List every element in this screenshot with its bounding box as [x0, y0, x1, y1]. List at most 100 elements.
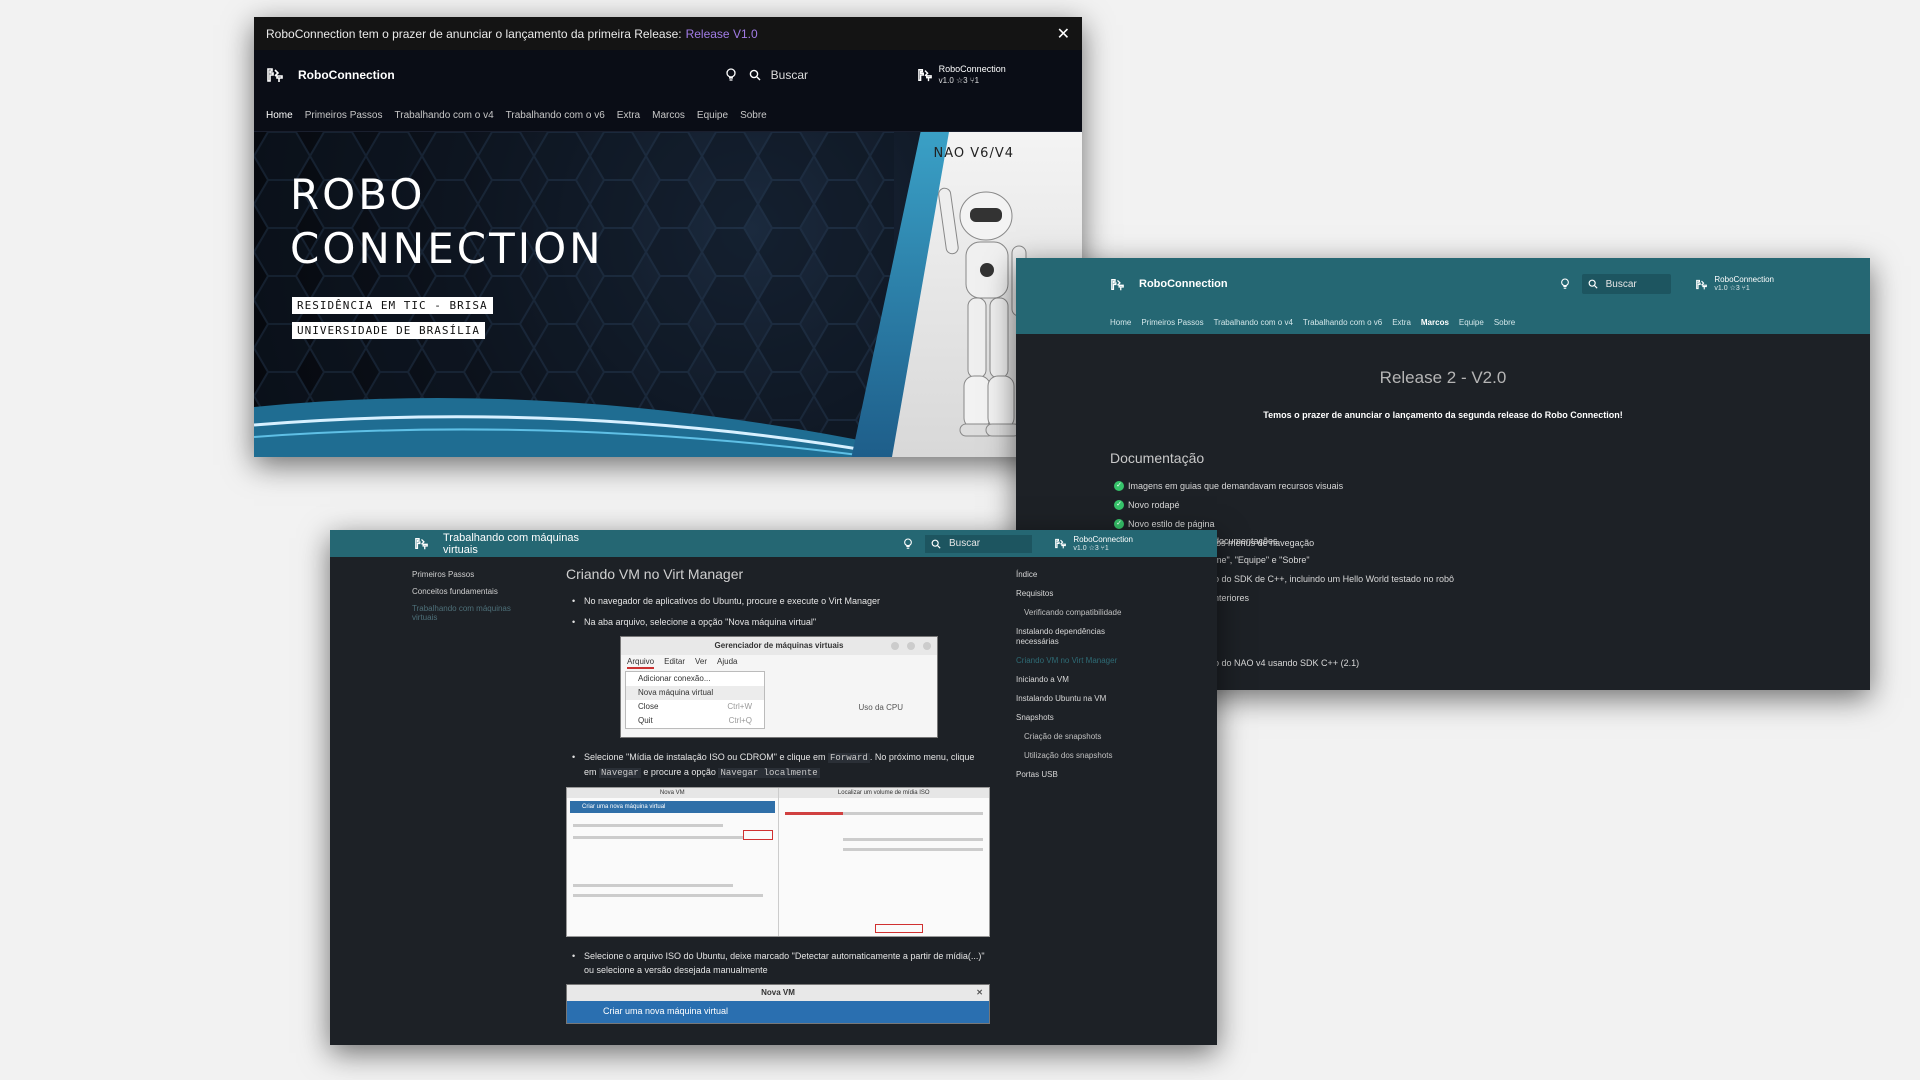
- toc-item[interactable]: Instalando dependências necessárias: [1016, 627, 1146, 647]
- repo-name: RoboConnection: [1714, 275, 1774, 284]
- check-icon: ✓: [1114, 518, 1124, 529]
- tab-home[interactable]: Home: [266, 110, 293, 121]
- steps-list: No navegador de aplicativos do Ubuntu, p…: [566, 594, 986, 629]
- menu-arquivo: Arquivo: [627, 655, 655, 669]
- toc-item-current[interactable]: Criando VM no Virt Manager: [1016, 656, 1146, 666]
- menu-item: Quit Ctrl+Q: [638, 716, 752, 725]
- tab-sobre[interactable]: Sobre: [740, 110, 767, 121]
- dialog-titlebar: Nova VM ✕: [567, 985, 989, 1001]
- tab-extra[interactable]: Extra: [1392, 318, 1411, 327]
- close-icon[interactable]: ✕: [1057, 24, 1070, 44]
- nav-tabs: Home Primeiros Passos Trabalhando com o …: [1016, 310, 1870, 334]
- lightbulb-icon[interactable]: [903, 537, 913, 550]
- hero-title-line1: ROBO: [290, 170, 426, 219]
- list-item: ✓ Novo estilo de página: [1114, 514, 1870, 533]
- list-item: Na aba arquivo, selecione a opção "Nova …: [566, 615, 986, 629]
- toc-item[interactable]: Portas USB: [1016, 770, 1146, 780]
- tab-home[interactable]: Home: [1110, 318, 1131, 327]
- maximize-icon: [907, 642, 915, 650]
- new-vm-pane: Nova VM Criar uma nova máquina virtual: [567, 788, 779, 936]
- search-input[interactable]: Buscar: [924, 534, 1033, 553]
- lightbulb-icon[interactable]: [1560, 278, 1570, 290]
- inline-code: Navegar: [599, 768, 641, 778]
- page-subtitle: Temos o prazer de anunciar o lançamento …: [1263, 410, 1623, 420]
- new-vm-screenshot: Nova VM Criar uma nova máquina virtual L…: [566, 787, 990, 937]
- lightbulb-icon[interactable]: [725, 68, 737, 82]
- tab-primeiros-passos[interactable]: Primeiros Passos: [305, 110, 383, 121]
- tab-marcos[interactable]: Marcos: [1421, 318, 1449, 327]
- release-link[interactable]: Release V1.0: [686, 27, 758, 41]
- check-icon: ✓: [1114, 499, 1124, 510]
- toc-item[interactable]: Iniciando a VM: [1016, 675, 1146, 685]
- steps-list: Selecione "Mídia de instalação ISO ou CD…: [566, 750, 986, 780]
- file-dropdown: Adicionar conexão... Nova máquina virtua…: [625, 671, 765, 729]
- toc-item[interactable]: Criação de snapshots: [1016, 732, 1146, 742]
- robot-logo-icon[interactable]: [414, 537, 429, 550]
- hero-title-line2: CONNECTION: [290, 224, 604, 273]
- tab-primeiros-passos[interactable]: Primeiros Passos: [1141, 318, 1203, 327]
- repo-link[interactable]: RoboConnection v1.0 ☆3 ⑂1: [917, 64, 1006, 86]
- tab-trabalhando-v6[interactable]: Trabalhando com o v6: [1303, 318, 1382, 327]
- site-header: RoboConnection Buscar RoboConnection v1.…: [1016, 258, 1870, 310]
- site-name[interactable]: RoboConnection: [1139, 278, 1228, 290]
- home-page-window: RoboConnection tem o prazer de anunciar …: [254, 17, 1082, 457]
- sidebar-item-maquinas-virtuais[interactable]: Trabalhando com máquinas virtuais: [412, 604, 524, 622]
- toc-item[interactable]: Índice: [1016, 570, 1146, 580]
- menu-editar: Editar: [664, 657, 686, 666]
- robot-logo-icon[interactable]: [266, 67, 284, 83]
- new-vm-dialog-screenshot: Nova VM ✕ Criar uma nova máquina virtual: [566, 984, 990, 1024]
- repo-link[interactable]: RoboConnection v1.0 ☆3 ⑂1: [1695, 275, 1774, 293]
- dialog-titlebar: Gerenciador de máquinas virtuais: [621, 637, 937, 655]
- partial-text: nteriores: [1214, 593, 1250, 603]
- menu-item: Adicionar conexão...: [638, 674, 711, 683]
- tab-equipe[interactable]: Equipe: [1459, 318, 1484, 327]
- search-placeholder: Buscar: [948, 538, 981, 549]
- robot-logo-icon: [1695, 279, 1708, 290]
- tab-sobre[interactable]: Sobre: [1494, 318, 1515, 327]
- tab-trabalhando-v4[interactable]: Trabalhando com o v4: [1214, 318, 1293, 327]
- tab-equipe[interactable]: Equipe: [697, 110, 728, 121]
- table-of-contents: Índice Requisitos Verificando compatibil…: [1016, 570, 1146, 789]
- search-icon: [931, 539, 941, 549]
- announcement-bar: RoboConnection tem o prazer de anunciar …: [254, 17, 1082, 50]
- hero-title: ROBO CONNECTION: [290, 168, 604, 276]
- toc-item[interactable]: Utilização dos snapshots: [1016, 751, 1146, 761]
- list-item: Selecione o arquivo ISO do Ubuntu, deixe…: [566, 949, 986, 977]
- menu-ver: Ver: [695, 657, 708, 666]
- toc-item[interactable]: Requisitos: [1016, 589, 1146, 599]
- tab-trabalhando-v4[interactable]: Trabalhando com o v4: [395, 110, 494, 121]
- site-header: Trabalhando com máquinas virtuais Buscar…: [330, 530, 1217, 557]
- page-title: Trabalhando com máquinas virtuais: [443, 531, 579, 556]
- menu-item: Close Ctrl+W: [638, 702, 752, 711]
- highlight-box: [743, 830, 773, 840]
- tab-marcos[interactable]: Marcos: [652, 110, 685, 121]
- close-icon: [923, 642, 931, 650]
- vm-guide-window: Trabalhando com máquinas virtuais Buscar…: [330, 530, 1217, 1045]
- sidebar-item-conceitos[interactable]: Conceitos fundamentais: [412, 587, 524, 596]
- list-item: No navegador de aplicativos do Ubuntu, p…: [566, 594, 986, 608]
- toc-item[interactable]: Instalando Ubuntu na VM: [1016, 694, 1146, 704]
- search-input[interactable]: Buscar: [1581, 274, 1672, 294]
- menu-item: Nova máquina virtual: [626, 686, 764, 700]
- hero-tag-residencia: RESIDÊNCIA EM TIC - BRISA: [292, 297, 493, 314]
- repo-link[interactable]: RoboConnection v1.0 ☆3 ⑂1: [1054, 535, 1133, 553]
- hero-banner: ROBO CONNECTION RESIDÊNCIA EM TIC - BRIS…: [254, 132, 1082, 457]
- partial-text: o do SDK de C++, incluindo um Hello Worl…: [1214, 574, 1454, 584]
- search-icon: [1588, 279, 1598, 289]
- partial-text: o do NAO v4 usando SDK C++ (2.1): [1214, 658, 1360, 668]
- search-input[interactable]: Buscar: [749, 68, 899, 82]
- tab-extra[interactable]: Extra: [617, 110, 640, 121]
- toc-item[interactable]: Snapshots: [1016, 713, 1146, 723]
- search-icon: [749, 69, 761, 81]
- robot-logo-icon[interactable]: [1110, 278, 1125, 291]
- main-content: Criando VM no Virt Manager No navegador …: [566, 566, 990, 1036]
- sidebar-item-primeiros-passos[interactable]: Primeiros Passos: [412, 570, 524, 579]
- check-icon: ✓: [1114, 480, 1124, 491]
- repo-name: RoboConnection: [938, 64, 1006, 74]
- list-item: ✓ Novo rodapé: [1114, 495, 1870, 514]
- partial-text: documentações: [1214, 536, 1278, 546]
- toc-item[interactable]: Verificando compatibilidade: [1016, 608, 1146, 618]
- site-name[interactable]: RoboConnection: [298, 68, 395, 82]
- tab-trabalhando-v6[interactable]: Trabalhando com o v6: [506, 110, 605, 121]
- highlight-box: [874, 924, 923, 933]
